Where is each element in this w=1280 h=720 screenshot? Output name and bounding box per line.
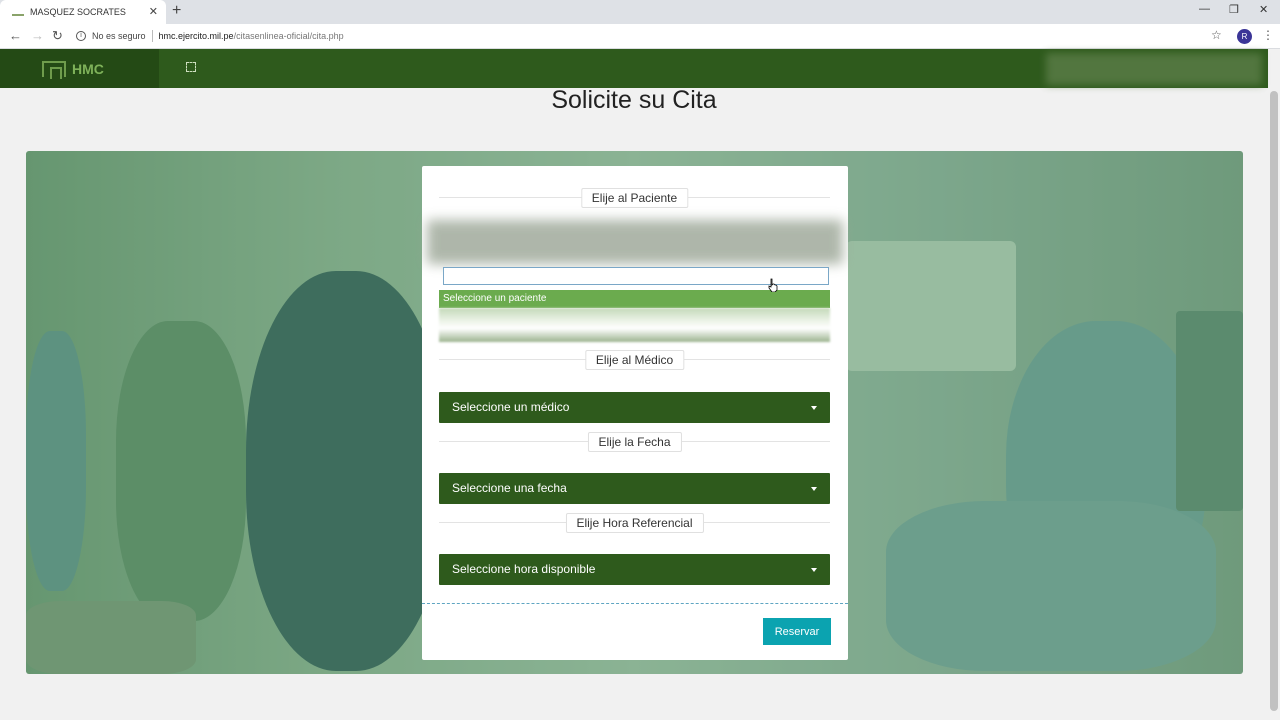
new-tab-icon[interactable]: +	[172, 2, 181, 20]
app-header: HMC	[0, 49, 1268, 88]
info-icon[interactable]: i	[76, 31, 86, 41]
back-icon[interactable]: ←	[9, 28, 22, 43]
scroll-thumb[interactable]	[1270, 91, 1278, 711]
url-host: hmc.ejercito.mil.pe	[158, 31, 234, 41]
browser-tab[interactable]: MASQUEZ SOCRATES ✕	[0, 0, 166, 24]
date-section-header: Elije la Fecha	[439, 432, 830, 452]
form-footer-divider	[422, 603, 848, 604]
browser-tab-bar: MASQUEZ SOCRATES ✕ + — ❐ ✕	[0, 0, 1280, 24]
tab-title: MASQUEZ SOCRATES	[30, 7, 126, 17]
restore-icon[interactable]: ❐	[1229, 3, 1239, 16]
user-info-blurred	[1046, 53, 1262, 85]
page-title: Solicite su Cita	[551, 86, 717, 114]
profile-avatar[interactable]: R	[1237, 29, 1252, 44]
favicon-icon	[12, 8, 24, 16]
patient-option-placeholder[interactable]: Seleccione un paciente	[439, 290, 830, 308]
minimize-icon[interactable]: —	[1199, 3, 1210, 15]
date-select[interactable]: Seleccione una fecha	[439, 473, 830, 504]
page-scrollbar[interactable]	[1268, 49, 1280, 720]
caret-down-icon	[811, 487, 817, 491]
appointment-form-card: Elije al Paciente Seleccione un paciente…	[422, 166, 848, 660]
url-field[interactable]: i No es seguro hmc.ejercito.mil.pe /cita…	[76, 27, 344, 45]
date-label: Elije la Fecha	[587, 432, 682, 452]
browser-menu-icon[interactable]: ⋮	[1262, 28, 1274, 42]
reload-icon[interactable]: ↻	[52, 28, 63, 44]
patient-info-blurred	[427, 220, 843, 264]
hour-select[interactable]: Seleccione hora disponible	[439, 554, 830, 585]
doctor-label: Elije al Médico	[584, 350, 685, 370]
patient-label: Elije al Paciente	[580, 188, 689, 208]
close-window-icon[interactable]: ✕	[1259, 3, 1268, 16]
url-path: /citasenlinea-oficial/cita.php	[233, 31, 344, 41]
caret-down-icon	[811, 406, 817, 410]
hospital-logo-icon	[42, 60, 66, 79]
doctor-select[interactable]: Seleccione un médico	[439, 392, 830, 423]
doctor-section-header: Elije al Médico	[439, 350, 830, 370]
bookmark-star-icon[interactable]: ☆	[1211, 28, 1222, 42]
brand[interactable]: HMC	[0, 49, 159, 88]
hour-select-label: Seleccione hora disponible	[452, 562, 596, 576]
doctor-select-label: Seleccione un médico	[452, 400, 570, 414]
hour-section-header: Elije Hora Referencial	[439, 513, 830, 533]
forward-icon[interactable]: →	[31, 28, 44, 43]
reserve-button[interactable]: Reservar	[763, 618, 831, 645]
hour-label: Elije Hora Referencial	[565, 513, 704, 533]
close-tab-icon[interactable]: ✕	[149, 5, 158, 18]
patient-section-header: Elije al Paciente	[439, 188, 830, 208]
insecure-label: No es seguro	[92, 31, 146, 41]
caret-down-icon	[811, 568, 817, 572]
address-bar: ← → ↻ i No es seguro hmc.ejercito.mil.pe…	[0, 24, 1280, 49]
date-select-label: Seleccione una fecha	[452, 481, 567, 495]
url-separator	[151, 30, 153, 42]
brand-name: HMC	[72, 60, 104, 77]
hand-cursor-icon	[768, 278, 778, 292]
patient-option-blurred[interactable]	[439, 308, 830, 342]
fullscreen-icon[interactable]	[186, 62, 196, 72]
